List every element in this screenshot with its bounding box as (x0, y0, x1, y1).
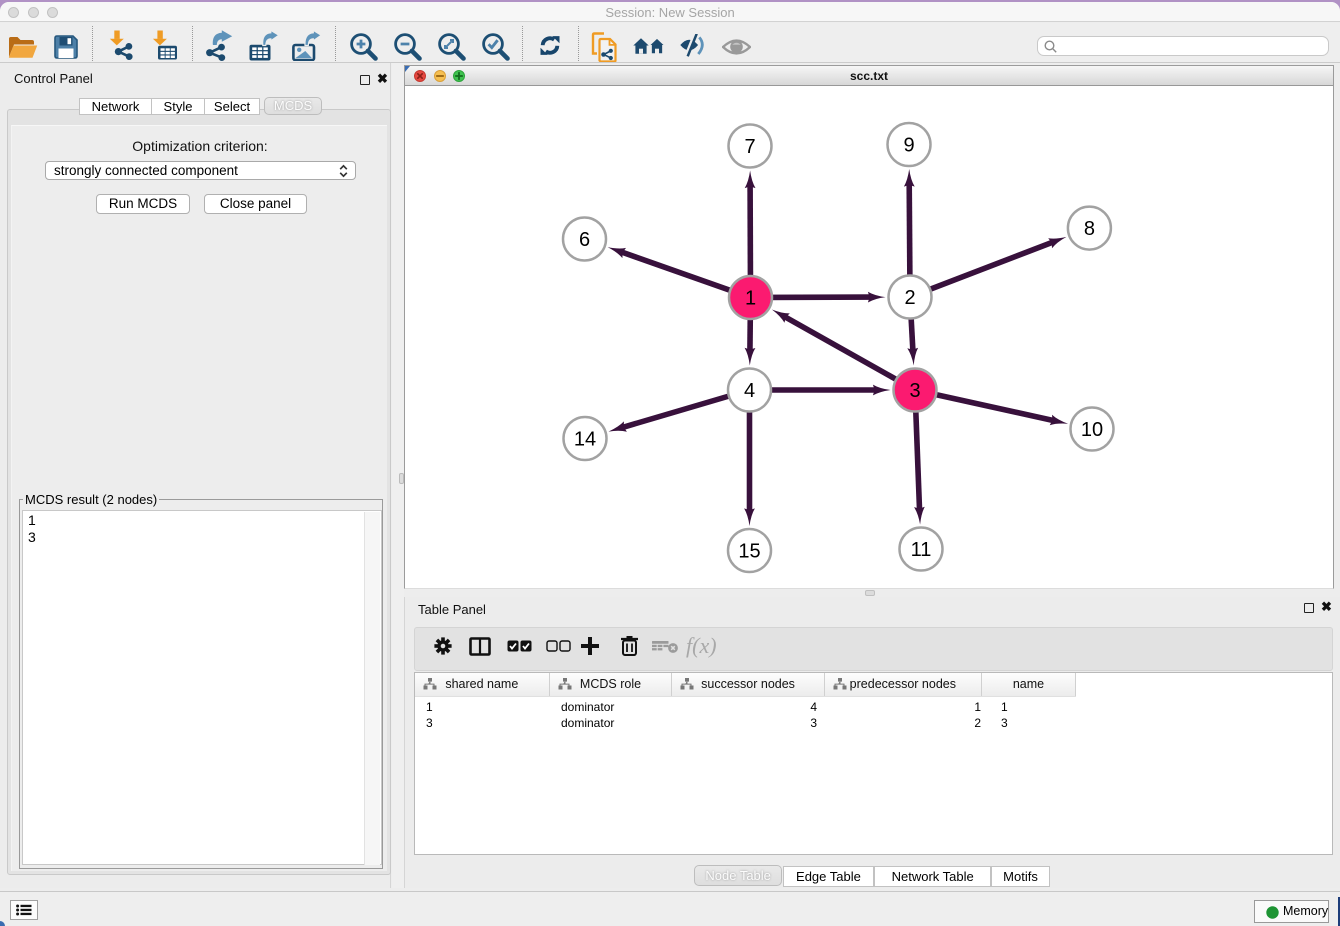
svg-text:10: 10 (1081, 419, 1103, 441)
svg-text:15: 15 (738, 541, 760, 563)
svg-text:7: 7 (744, 136, 755, 158)
svg-text:4: 4 (744, 380, 755, 402)
svg-text:1: 1 (745, 288, 756, 310)
svg-text:9: 9 (903, 135, 914, 157)
svg-text:6: 6 (579, 229, 590, 251)
svg-text:2: 2 (904, 287, 915, 309)
svg-text:14: 14 (574, 429, 596, 451)
svg-text:8: 8 (1084, 218, 1095, 240)
svg-text:11: 11 (911, 539, 932, 561)
svg-text:3: 3 (909, 380, 920, 402)
